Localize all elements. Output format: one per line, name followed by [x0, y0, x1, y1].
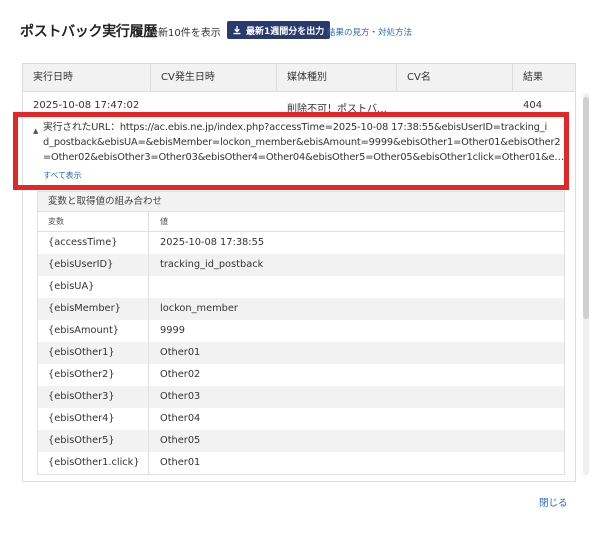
variable-name: {ebisOther1} [48, 347, 115, 358]
variable-row: {ebisAmount} 9999 [38, 320, 564, 342]
variable-name: {ebisOther4} [48, 413, 115, 424]
executed-url-line-2: d_postback&ebisUA=&ebisMember=lockon_mem… [43, 137, 561, 148]
variable-row: {ebisUA} [38, 276, 564, 298]
variable-name: {accessTime} [48, 237, 118, 248]
variable-value: 2025-10-08 17:38:55 [160, 237, 265, 248]
modal-title: ポストバック実行履歴 [20, 24, 157, 40]
variable-rows: {accessTime} 2025-10-08 17:38:55 {ebisUser… [38, 232, 564, 474]
variable-row: {ebisUserID} tracking_id_postback [38, 254, 564, 276]
executed-url-detail: ▲ 実行されたURL：https://ac.ebis.ne.jp/index.p… [23, 116, 575, 180]
modal-header: ポストバック実行履歴 最新10件を表示 最新1週間分を出力 結果の見方・対処方法 [20, 18, 580, 44]
variable-value: Other04 [160, 413, 201, 424]
variable-value: Other03 [160, 391, 201, 402]
variable-name: {ebisUserID} [48, 259, 114, 270]
export-week-label: 最新1週間分を出力 [246, 26, 325, 37]
variable-row: {ebisMember} lockon_member [38, 298, 564, 320]
variable-name: {ebisOther3} [48, 391, 115, 402]
variable-row: {ebisOther1.click} Other01 [38, 452, 564, 474]
variable-name: {ebisUA} [48, 281, 95, 292]
executed-url-line-1: 実行されたURL：https://ac.ebis.ne.jp/index.php… [43, 122, 548, 133]
executed-at-cell: 2025-10-08 17:47:02 [33, 100, 140, 111]
variable-name-header: 変数 [48, 217, 64, 226]
export-week-button[interactable]: 最新1週間分を出力 [227, 21, 331, 39]
variable-value: 9999 [160, 325, 185, 336]
variable-value: Other05 [160, 435, 201, 446]
variable-name: {ebisAmount} [48, 325, 120, 336]
download-icon [233, 26, 241, 35]
executed-url-line-3: =Other02&ebisOther3=Other03&ebisOther4=O… [43, 152, 565, 163]
variable-table-header: 変数 値 [38, 212, 564, 232]
variable-table-title: 変数と取得値の組み合わせ [38, 191, 564, 212]
variable-name: {ebisMember} [48, 303, 121, 314]
close-button[interactable]: 閉じる [539, 495, 568, 509]
column-cv-time: CV発生日時 [151, 64, 277, 91]
variable-row: {ebisOther2} Other02 [38, 364, 564, 386]
variable-name: {ebisOther1.click} [48, 457, 140, 468]
variable-row: {accessTime} 2025-10-08 17:38:55 [38, 232, 564, 254]
latest-count-label: 最新10件を表示 [148, 28, 221, 39]
media-type-cell: 削除不可！ポストバ… [287, 104, 387, 115]
table-row[interactable]: 2025-10-08 17:47:02 削除不可！ポストバ… 404 [23, 92, 575, 116]
variable-row: {ebisOther5} Other05 [38, 430, 564, 452]
variable-name: {ebisOther5} [48, 435, 115, 446]
column-media-type: 媒体種別 [277, 64, 397, 91]
show-all-link[interactable]: すべて表示 [43, 168, 82, 183]
scrollbar[interactable] [583, 93, 589, 475]
column-executed-at: 実行日時 [23, 64, 151, 91]
column-cv-name: CV名 [397, 64, 513, 91]
scrollbar-thumb[interactable] [583, 97, 589, 319]
variable-row: {ebisOther1} Other01 [38, 342, 564, 364]
variable-value: tracking_id_postback [160, 259, 264, 270]
variable-table: 変数と取得値の組み合わせ 変数 値 {accessTime} 2025-10-08… [37, 191, 565, 475]
variable-row: {ebisOther4} Other04 [38, 408, 564, 430]
help-link[interactable]: 結果の見方・対処方法 [327, 26, 412, 38]
variable-value: Other01 [160, 347, 201, 358]
caret-up-icon[interactable]: ▲ [33, 124, 38, 139]
variable-name: {ebisOther2} [48, 369, 115, 380]
variable-value: Other02 [160, 369, 201, 380]
result-cell: 404 [523, 100, 543, 111]
column-result: 結果 [523, 72, 543, 83]
history-table-header: 実行日時 CV発生日時 媒体種別 CV名 結果 [23, 64, 575, 92]
history-panel: 実行日時 CV発生日時 媒体種別 CV名 結果 2025-10-08 17:47… [22, 63, 576, 482]
variable-value: lockon_member [160, 303, 238, 314]
variable-value-header: 値 [160, 217, 168, 226]
variable-value: Other01 [160, 457, 201, 468]
variable-row: {ebisOther3} Other03 [38, 386, 564, 408]
